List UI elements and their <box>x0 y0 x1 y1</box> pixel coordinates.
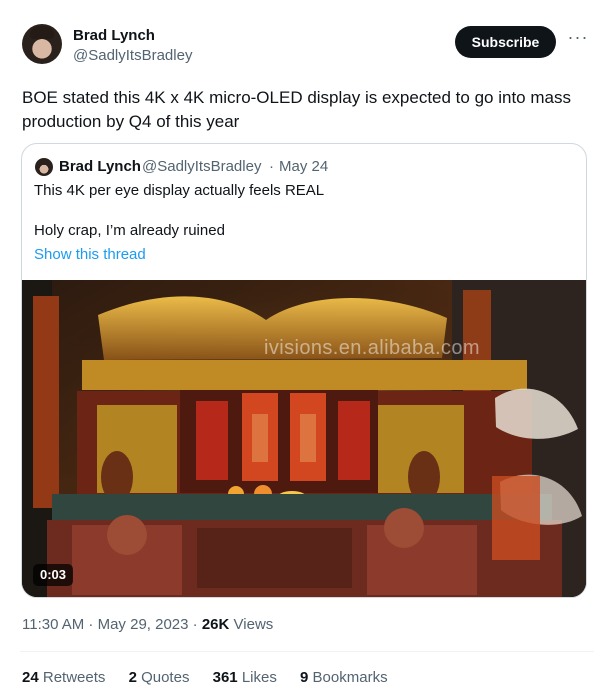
quoted-tweet[interactable]: Brad Lynch @SadlyItsBradley · May 24 Thi… <box>21 143 587 598</box>
bookmarks-stat[interactable]: 9 Bookmarks <box>300 669 388 686</box>
retweets-stat[interactable]: 24 Retweets <box>22 669 105 686</box>
author-avatar[interactable] <box>22 24 62 64</box>
tweet-timestamp-views: 11:30 AM · May 29, 2023 · 26K Views <box>22 616 273 633</box>
more-options-icon[interactable]: ··· <box>567 28 589 51</box>
quoted-tweet-line-2: Holy crap, I’m already ruined <box>34 222 225 239</box>
quoted-tweet-date[interactable]: May 24 <box>279 158 328 175</box>
stats-divider <box>20 651 594 652</box>
author-handle[interactable]: @SadlyItsBradley <box>73 47 192 64</box>
tweet-text: BOE stated this 4K x 4K micro-OLED displ… <box>22 88 571 131</box>
bookmarks-label: Bookmarks <box>312 669 388 686</box>
video-duration: 0:03 <box>33 564 73 586</box>
quotes-stat[interactable]: 2 Quotes <box>129 669 190 686</box>
quotes-count: 2 <box>128 669 137 686</box>
bookmarks-count: 9 <box>300 669 309 686</box>
views-label: Views <box>233 616 274 633</box>
quotes-label: Quotes <box>141 669 190 686</box>
likes-label: Likes <box>241 669 277 686</box>
retweets-label: Retweets <box>42 669 106 686</box>
quoted-tweet-line-1: This 4K per eye display actually feels R… <box>34 182 325 199</box>
show-thread-link[interactable]: Show this thread <box>34 246 146 263</box>
quoted-video[interactable]: ivisions.en.alibaba.com 0:03 <box>22 280 586 597</box>
author-name[interactable]: Brad Lynch <box>73 27 155 44</box>
subscribe-button[interactable]: Subscribe <box>455 26 556 58</box>
quoted-author-handle[interactable]: @SadlyItsBradley <box>142 158 261 175</box>
video-watermark: ivisions.en.alibaba.com <box>264 337 480 359</box>
quoted-author-name[interactable]: Brad Lynch <box>59 158 141 175</box>
tweet-stats: 24 Retweets 2 Quotes 361 Likes 9 Bookmar… <box>22 669 407 689</box>
tweet-timestamp[interactable]: 11:30 AM · May 29, 2023 · <box>22 616 202 633</box>
retweets-count: 24 <box>22 669 39 686</box>
likes-stat[interactable]: 361 Likes <box>213 669 277 686</box>
quoted-date-separator: · <box>269 158 274 175</box>
views-count: 26K <box>201 616 230 633</box>
temple-altar-video-frame <box>22 280 586 597</box>
quoted-author-avatar[interactable] <box>35 158 53 176</box>
tweet-header: Brad Lynch @SadlyItsBradley Subscribe ··… <box>22 24 592 68</box>
likes-count: 361 <box>212 669 238 686</box>
